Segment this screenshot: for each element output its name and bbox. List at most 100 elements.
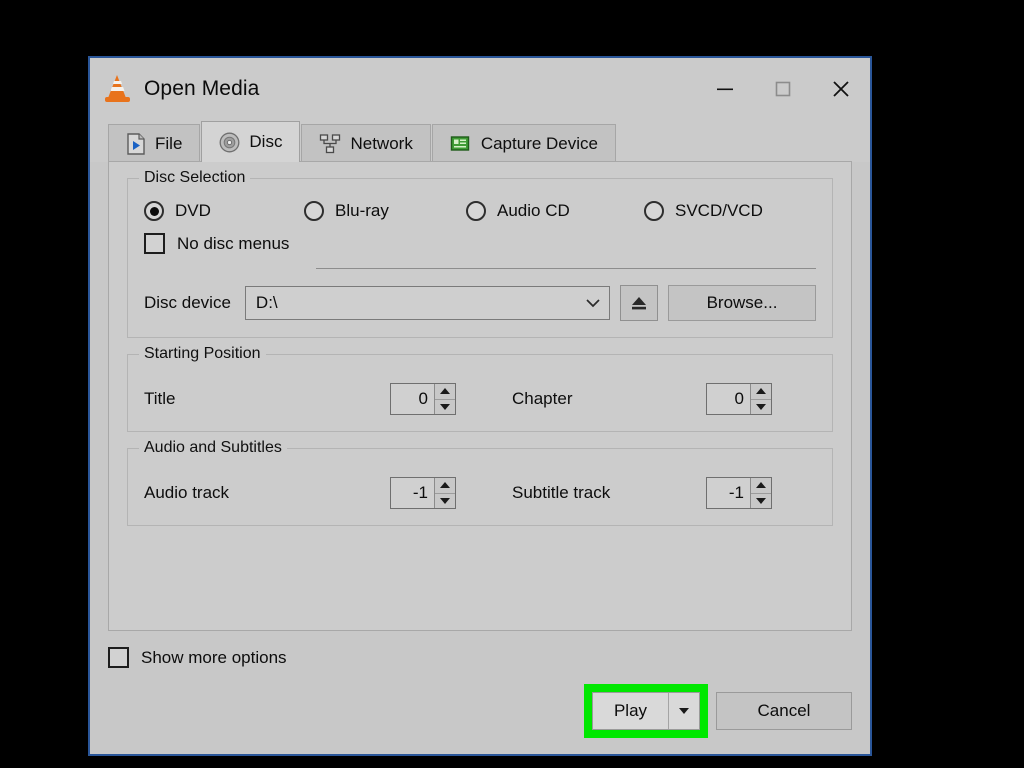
triangle-down-icon [440, 497, 450, 504]
disc-icon [219, 132, 240, 152]
triangle-down-icon [756, 403, 766, 410]
show-more-options-box [108, 647, 129, 668]
dialog-footer: Show more options Play Cancel [90, 631, 870, 754]
audio-track-spinner-up[interactable] [435, 478, 455, 494]
chapter-value: 0 [734, 389, 744, 408]
close-icon [833, 81, 849, 97]
disc-selection-legend: Disc Selection [139, 169, 251, 187]
disc-device-value: D:\ [255, 293, 278, 312]
title-spinner-down[interactable] [435, 400, 455, 415]
disc-device-combo[interactable]: D:\ [244, 286, 610, 320]
title-label: Title [144, 389, 176, 408]
radio-bluray-label: Blu-ray [335, 201, 389, 220]
radio-dvd[interactable]: DVD [144, 201, 304, 221]
tab-file[interactable]: File [108, 124, 201, 162]
subtitle-track-spinner-up[interactable] [751, 478, 771, 494]
browse-button-label: Browse... [706, 293, 778, 312]
triangle-up-icon [440, 482, 450, 489]
maximize-button[interactable] [754, 58, 812, 120]
chapter-spinner-down[interactable] [751, 400, 771, 415]
triangle-down-icon [440, 403, 450, 410]
eject-button[interactable] [620, 285, 658, 321]
title-spinner[interactable]: 0 [390, 383, 456, 415]
subtitle-track-label: Subtitle track [512, 483, 611, 502]
tab-file-label: File [155, 133, 183, 153]
starting-position-group: Starting Position Title 0 Chapter 0 [127, 345, 833, 432]
window-title: Open Media [144, 77, 260, 100]
subtitle-track-spinner[interactable]: -1 [706, 477, 772, 509]
browse-button[interactable]: Browse... [668, 285, 816, 321]
play-dropdown-button[interactable] [668, 693, 699, 729]
audio-track-label: Audio track [144, 483, 230, 502]
disc-tab-panel: Disc Selection DVD Blu-ray Audio CD SVCD… [108, 161, 852, 631]
radio-audio-cd[interactable]: Audio CD [466, 201, 644, 221]
subtitle-track-spinner-down[interactable] [751, 494, 771, 509]
triangle-up-icon [756, 388, 766, 395]
starting-position-legend: Starting Position [139, 345, 266, 363]
chapter-spinner[interactable]: 0 [706, 383, 772, 415]
radio-bluray[interactable]: Blu-ray [304, 201, 466, 221]
audio-track-spinner-arrows[interactable] [434, 478, 455, 508]
starting-position-row: Title 0 Chapter 0 [144, 383, 816, 415]
audio-track-spinner-down[interactable] [435, 494, 455, 509]
no-disc-menus-box [144, 233, 165, 254]
minimize-button[interactable] [696, 58, 754, 120]
capture-device-icon [450, 136, 470, 151]
radio-bluray-indicator [304, 201, 324, 221]
radio-svcd-vcd-indicator [644, 201, 664, 221]
footer-buttons: Play Cancel [108, 684, 852, 738]
radio-svcd-vcd[interactable]: SVCD/VCD [644, 201, 763, 221]
triangle-up-icon [440, 388, 450, 395]
triangle-down-icon [756, 497, 766, 504]
no-disc-menus-label: No disc menus [177, 233, 290, 253]
show-more-options-label: Show more options [141, 647, 287, 667]
eject-icon [632, 297, 646, 310]
radio-dvd-indicator [144, 201, 164, 221]
disc-selection-group: Disc Selection DVD Blu-ray Audio CD SVCD… [127, 169, 833, 338]
subtitle-track-spinner-arrows[interactable] [750, 478, 771, 508]
cancel-button[interactable]: Cancel [716, 692, 852, 730]
play-button[interactable]: Play [592, 692, 700, 730]
tab-capture-device[interactable]: Capture Device [431, 124, 616, 162]
disc-type-radio-row: DVD Blu-ray Audio CD SVCD/VCD [144, 201, 816, 221]
triangle-down-icon [679, 708, 689, 714]
chapter-spinner-up[interactable] [751, 384, 771, 400]
file-play-icon [127, 132, 145, 155]
triangle-up-icon [756, 482, 766, 489]
radio-dvd-label: DVD [175, 201, 211, 220]
minimize-icon [717, 88, 733, 91]
audio-subtitles-row: Audio track -1 Subtitle track -1 [144, 477, 816, 509]
audio-subtitles-group: Audio and Subtitles Audio track -1 Subti… [127, 439, 833, 526]
vlc-cone-icon [104, 75, 131, 103]
disc-device-row: Disc device D:\ Browse... [144, 285, 816, 321]
radio-audio-cd-label: Audio CD [497, 201, 570, 220]
audio-track-value: -1 [412, 483, 428, 502]
title-spinner-up[interactable] [435, 384, 455, 400]
disc-device-label: Disc device [144, 293, 231, 312]
title-bar: Open Media [90, 58, 870, 120]
audio-subtitles-legend: Audio and Subtitles [139, 439, 287, 457]
network-icon [320, 133, 341, 153]
chapter-label: Chapter [512, 389, 573, 408]
tab-capture-device-label: Capture Device [480, 133, 598, 153]
open-media-dialog: Open Media File Disc Network Capture Dev… [88, 56, 872, 756]
close-button[interactable] [812, 58, 870, 120]
tab-strip: File Disc Network Capture Device [90, 120, 870, 162]
chapter-spinner-arrows[interactable] [750, 384, 771, 414]
window-controls [696, 58, 870, 120]
title-value: 0 [418, 389, 428, 408]
chevron-down-icon [586, 299, 600, 308]
tab-network-label: Network [350, 133, 413, 153]
maximize-icon [775, 81, 791, 97]
audio-track-spinner[interactable]: -1 [390, 477, 456, 509]
no-disc-menus-checkbox[interactable]: No disc menus [144, 233, 816, 254]
title-spinner-arrows[interactable] [434, 384, 455, 414]
play-button-highlight: Play [584, 684, 708, 738]
tab-disc[interactable]: Disc [201, 121, 301, 162]
cancel-button-label: Cancel [757, 701, 811, 720]
show-more-options-checkbox[interactable]: Show more options [108, 647, 287, 668]
tab-network[interactable]: Network [301, 124, 431, 162]
play-button-label: Play [613, 701, 648, 720]
tab-disc-label: Disc [249, 132, 283, 151]
show-more-options-row: Show more options [108, 647, 852, 668]
